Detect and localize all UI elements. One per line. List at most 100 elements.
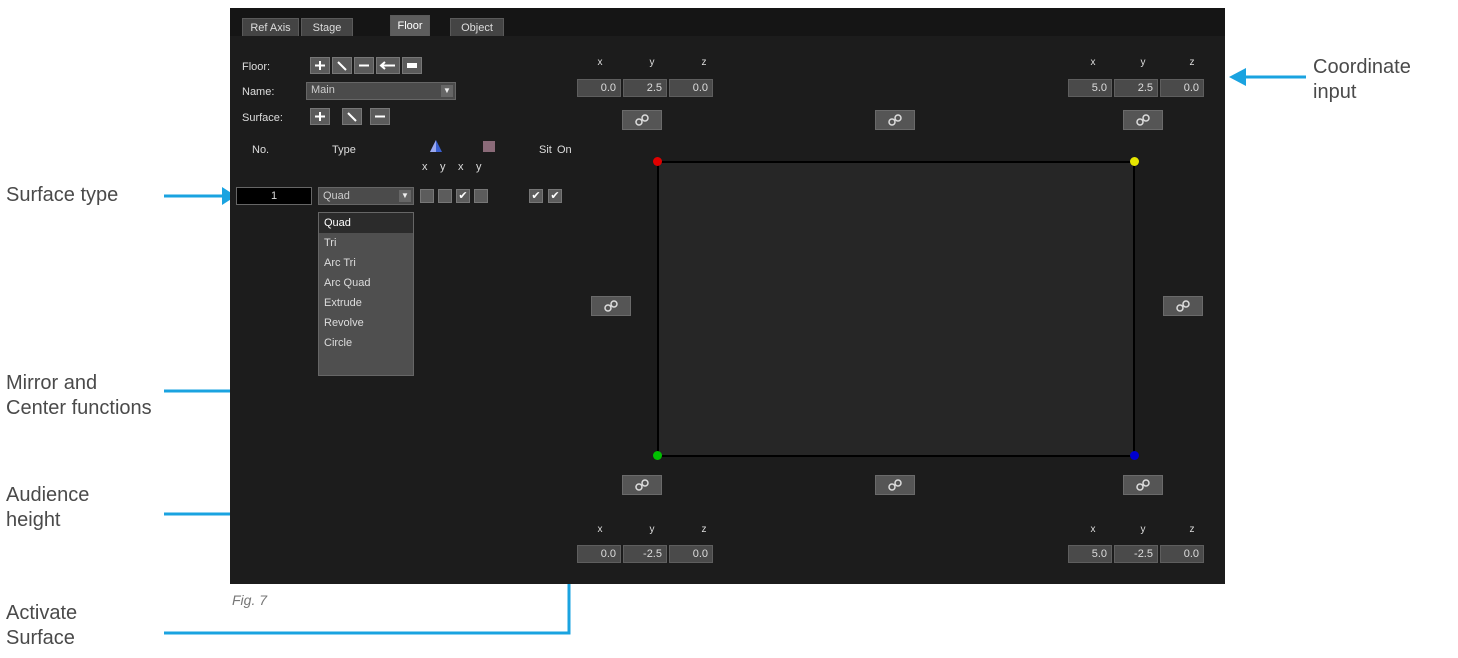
chevron-down-icon: ▼	[441, 85, 453, 97]
sit-checkbox[interactable]: ✔	[529, 189, 543, 203]
add-floor-button[interactable]	[310, 57, 330, 74]
coord-label-z: z	[701, 57, 707, 68]
floor-label: Floor:	[242, 61, 271, 73]
header-no: No.	[252, 144, 270, 156]
tab-object[interactable]: Object	[450, 18, 504, 36]
top-right-y-input[interactable]: 2.5	[1114, 79, 1158, 97]
save-floor-button[interactable]	[402, 57, 422, 74]
coord-label-x: x	[1090, 524, 1096, 535]
callout-activate-surface: Activate Surface	[6, 602, 78, 649]
bottom-left-x-input[interactable]: 0.0	[577, 545, 621, 563]
menu-item-tri[interactable]: Tri	[319, 233, 413, 253]
name-select[interactable]: Main ▼	[306, 82, 456, 100]
corner-bottom-right[interactable]	[1130, 451, 1139, 460]
menu-item-revolve[interactable]: Revolve	[319, 313, 413, 333]
coord-label-y: y	[649, 57, 655, 68]
bottom-right-z-input[interactable]: 0.0	[1160, 545, 1204, 563]
center-icon	[483, 141, 495, 152]
link-right-button[interactable]	[1163, 296, 1203, 316]
tab-floor[interactable]: Floor	[390, 15, 430, 36]
coord-label-y: y	[1140, 524, 1146, 535]
remove-floor-button[interactable]	[354, 57, 374, 74]
coord-label-y: y	[649, 524, 655, 535]
name-label: Name:	[242, 86, 275, 98]
center-x-checkbox[interactable]: ✔	[456, 189, 470, 203]
coord-label-x: x	[597, 57, 603, 68]
header-type: Type	[332, 144, 356, 156]
coord-label-x: x	[597, 524, 603, 535]
coord-label-x: x	[1090, 57, 1096, 68]
link-icon	[1136, 114, 1150, 126]
mirror-y-checkbox[interactable]	[438, 189, 452, 203]
import-floor-button[interactable]	[376, 57, 400, 74]
top-left-y-input[interactable]: 2.5	[623, 79, 667, 97]
menu-item-circle[interactable]: Circle	[319, 333, 413, 353]
minus-icon	[359, 64, 369, 67]
floor-editor-panel: Ref Axis Stage Floor Object Floor: Name:…	[230, 8, 1225, 584]
coord-label-z: z	[701, 524, 707, 535]
menu-item-arc-quad[interactable]: Arc Quad	[319, 273, 413, 293]
surface-type-value: Quad	[323, 190, 350, 202]
callout-coordinate-input: Coordinate input	[1313, 56, 1411, 103]
bottom-right-y-input[interactable]: -2.5	[1114, 545, 1158, 563]
header-center-y: y	[476, 161, 482, 173]
minus-icon	[375, 115, 385, 118]
callout-mirror-center: Mirror and Center functions	[6, 372, 152, 419]
edit-surface-button[interactable]	[342, 108, 362, 125]
corner-top-right[interactable]	[1130, 157, 1139, 166]
link-top-right-button[interactable]	[1123, 110, 1163, 130]
top-left-x-input[interactable]: 0.0	[577, 79, 621, 97]
link-left-button[interactable]	[591, 296, 631, 316]
tab-ref-axis[interactable]: Ref Axis	[242, 18, 299, 36]
plus-icon	[315, 61, 325, 70]
link-icon	[888, 114, 902, 126]
corner-bottom-left[interactable]	[653, 451, 662, 460]
on-checkbox[interactable]: ✔	[548, 189, 562, 203]
link-icon	[888, 479, 902, 491]
bottom-left-z-input[interactable]: 0.0	[669, 545, 713, 563]
remove-surface-button[interactable]	[370, 108, 390, 125]
link-top-left-button[interactable]	[622, 110, 662, 130]
header-mirror-x: x	[422, 161, 428, 173]
coord-label-z: z	[1189, 57, 1195, 68]
menu-item-arc-tri[interactable]: Arc Tri	[319, 253, 413, 273]
corner-top-left[interactable]	[653, 157, 662, 166]
link-icon	[1176, 300, 1190, 312]
surface-number-field[interactable]: 1	[236, 187, 312, 205]
mirror-icon	[430, 140, 442, 152]
add-surface-button[interactable]	[310, 108, 330, 125]
top-left-z-input[interactable]: 0.0	[669, 79, 713, 97]
top-right-z-input[interactable]: 0.0	[1160, 79, 1204, 97]
link-icon	[635, 114, 649, 126]
header-on: On	[557, 144, 572, 156]
tab-stage[interactable]: Stage	[301, 18, 353, 36]
callout-surface-type: Surface type	[6, 184, 119, 206]
coord-label-z: z	[1189, 524, 1195, 535]
surface-type-select[interactable]: Quad ▼	[318, 187, 414, 205]
surface-type-menu: Quad Tri Arc Tri Arc Quad Extrude Revolv…	[318, 212, 414, 376]
tab-bar: Ref Axis Stage Floor Object	[230, 8, 1225, 36]
bottom-left-y-input[interactable]: -2.5	[623, 545, 667, 563]
bottom-right-x-input[interactable]: 5.0	[1068, 545, 1112, 563]
link-bottom-right-button[interactable]	[1123, 475, 1163, 495]
rectangle-icon	[407, 63, 417, 68]
menu-item-quad[interactable]: Quad	[319, 213, 413, 233]
menu-item-extrude[interactable]: Extrude	[319, 293, 413, 313]
header-center-x: x	[458, 161, 464, 173]
link-bottom-left-button[interactable]	[622, 475, 662, 495]
mirror-x-checkbox[interactable]	[420, 189, 434, 203]
center-y-checkbox[interactable]	[474, 189, 488, 203]
link-icon	[635, 479, 649, 491]
top-right-x-input[interactable]: 5.0	[1068, 79, 1112, 97]
diagonal-icon	[337, 61, 347, 71]
header-mirror-y: y	[440, 161, 446, 173]
arrow-left-icon	[379, 61, 395, 70]
figure-caption: Fig. 7	[232, 592, 268, 608]
link-top-center-button[interactable]	[875, 110, 915, 130]
link-bottom-center-button[interactable]	[875, 475, 915, 495]
floor-preview	[657, 161, 1135, 457]
edit-floor-button[interactable]	[332, 57, 352, 74]
diagonal-icon	[347, 112, 357, 122]
surface-label: Surface:	[242, 112, 283, 124]
header-sit: Sit	[539, 144, 552, 156]
